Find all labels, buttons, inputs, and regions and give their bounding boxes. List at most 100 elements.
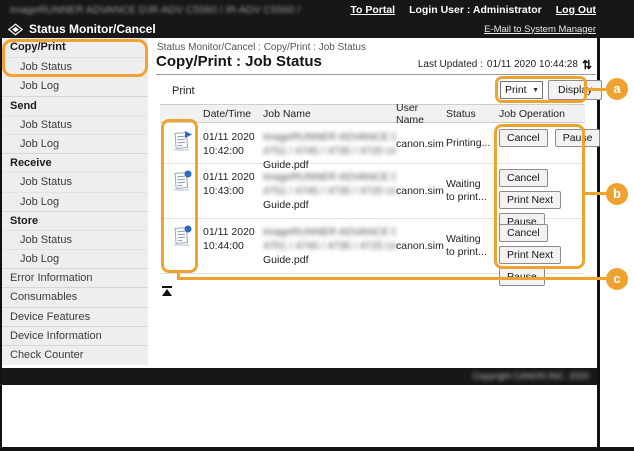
col-date-time: Date/Time bbox=[203, 108, 263, 120]
sidebar-item-check-counter[interactable]: Check Counter bbox=[2, 345, 148, 364]
copyright-blurred: Copyright CANON INC. 2020 bbox=[472, 371, 589, 381]
job-operations: Cancel Pause bbox=[499, 124, 585, 163]
sidebar-item-send-job-status[interactable]: Job Status bbox=[2, 115, 148, 134]
app-title: Status Monitor/Cancel bbox=[29, 22, 156, 36]
back-to-top-icon[interactable] bbox=[161, 286, 173, 296]
sidebar: Copy/Print Job Status Job Log Send Job S… bbox=[2, 38, 148, 365]
job-operations: Cancel Print Next Pause bbox=[499, 164, 585, 218]
print-section-label: Print bbox=[172, 85, 195, 97]
job-date-time: 01/11 2020 10:42:00 bbox=[203, 124, 263, 163]
top-links: To Portal Login User : Administrator Log… bbox=[350, 4, 596, 16]
job-status: Waiting to print... bbox=[446, 233, 499, 259]
frame-border-bottom bbox=[0, 447, 634, 451]
sidebar-item-store-job-log[interactable]: Job Log bbox=[2, 249, 148, 268]
callout-badge-c: c bbox=[606, 268, 628, 290]
job-name: imageRUNNER ADVANCE DX 4751 / 4745 / 473… bbox=[263, 124, 396, 163]
print-next-button[interactable]: Print Next bbox=[499, 191, 561, 209]
sidebar-item-send-job-log[interactable]: Job Log bbox=[2, 134, 148, 153]
job-time: 10:44:00 bbox=[203, 240, 244, 252]
col-job-name: Job Name bbox=[263, 108, 396, 120]
email-to-system-manager-link[interactable]: E-Mail to System Manager bbox=[484, 24, 596, 35]
sidebar-item-copyprint-job-log[interactable]: Job Log bbox=[2, 76, 148, 95]
document-waiting-icon bbox=[160, 219, 203, 273]
last-updated: Last Updated : 01/11 2020 10:44:28 ⇅ bbox=[418, 59, 592, 70]
page-title: Copy/Print : Job Status bbox=[156, 53, 322, 70]
pause-button[interactable]: Pause bbox=[499, 268, 545, 286]
sidebar-section-receive: Receive bbox=[2, 153, 148, 172]
breadcrumb: Status Monitor/Cancel : Copy/Print : Job… bbox=[157, 42, 366, 53]
job-name-file: Guide.pdf bbox=[263, 199, 309, 211]
col-status: Status bbox=[446, 108, 499, 120]
table-row: 01/11 2020 10:42:00 imageRUNNER ADVANCE … bbox=[160, 124, 585, 164]
print-next-button[interactable]: Print Next bbox=[499, 246, 561, 264]
job-name-file: Guide.pdf bbox=[263, 254, 309, 266]
job-user-name: canon.sim bbox=[396, 185, 446, 197]
job-operations: Cancel Print Next Pause bbox=[499, 219, 585, 273]
job-name-blurred-line: 4751 / 4745 / 4735 / 4725 User's bbox=[263, 184, 396, 198]
job-date: 01/11 2020 bbox=[203, 131, 255, 143]
display-button[interactable]: Display bbox=[548, 80, 602, 100]
sidebar-item-consumables[interactable]: Consumables bbox=[2, 287, 148, 306]
callout-badge-a: a bbox=[606, 78, 628, 100]
last-updated-label: Last Updated : bbox=[418, 59, 483, 70]
job-time: 10:42:00 bbox=[203, 145, 244, 157]
job-status: Waiting to print... bbox=[446, 178, 499, 204]
sidebar-item-receive-job-log[interactable]: Job Log bbox=[2, 192, 148, 211]
table-row: 01/11 2020 10:43:00 imageRUNNER ADVANCE … bbox=[160, 164, 585, 219]
job-name-blurred-line: imageRUNNER ADVANCE DX bbox=[263, 130, 396, 144]
footer-bar: Copyright CANON INC. 2020 bbox=[2, 368, 597, 385]
login-user-text: Login User : Administrator bbox=[409, 4, 542, 16]
job-date: 01/11 2020 bbox=[203, 226, 255, 238]
table-row: 01/11 2020 10:44:00 imageRUNNER ADVANCE … bbox=[160, 219, 585, 274]
job-date-time: 01/11 2020 10:44:00 bbox=[203, 219, 263, 273]
job-type-select[interactable]: Print ▼ bbox=[500, 81, 543, 99]
job-time: 10:43:00 bbox=[203, 185, 244, 197]
login-user-value: Administrator bbox=[473, 4, 542, 16]
job-name-blurred-line: 4751 / 4745 / 4735 / 4725 User's bbox=[263, 144, 396, 158]
job-name-blurred-line: imageRUNNER ADVANCE DX bbox=[263, 170, 396, 184]
callout-badge-b: b bbox=[606, 183, 628, 205]
cancel-button[interactable]: Cancel bbox=[499, 169, 548, 187]
job-name-blurred-line: imageRUNNER ADVANCE DX bbox=[263, 225, 396, 239]
sidebar-item-receive-job-status[interactable]: Job Status bbox=[2, 172, 148, 191]
to-portal-link[interactable]: To Portal bbox=[350, 4, 395, 16]
top-bar-title-row: Status Monitor/Cancel E-Mail to System M… bbox=[0, 20, 634, 38]
job-name: imageRUNNER ADVANCE DX 4751 / 4745 / 473… bbox=[263, 164, 396, 218]
job-status: Printing... bbox=[446, 137, 499, 150]
sidebar-item-error-information[interactable]: Error Information bbox=[2, 268, 148, 287]
job-name-blurred-line: 4751 / 4745 / 4735 / 4725 User's bbox=[263, 239, 396, 253]
callout-line-b bbox=[583, 192, 607, 195]
top-bar-device-row: imageRUNNER ADVANCE DX iR-ADV C5560 / iR… bbox=[0, 0, 634, 20]
job-name: imageRUNNER ADVANCE DX 4751 / 4745 / 473… bbox=[263, 219, 396, 273]
remote-ui-page: imageRUNNER ADVANCE DX iR-ADV C5560 / iR… bbox=[0, 0, 634, 451]
jobs-table-header: Date/Time Job Name User Name Status Job … bbox=[160, 104, 585, 123]
log-out-link[interactable]: Log Out bbox=[556, 4, 596, 16]
job-user-name: canon.sim bbox=[396, 240, 446, 252]
job-user-name: canon.sim bbox=[396, 138, 446, 150]
sidebar-item-device-features[interactable]: Device Features bbox=[2, 307, 148, 326]
document-printing-icon bbox=[160, 124, 203, 163]
sidebar-section-store: Store bbox=[2, 211, 148, 230]
sidebar-section-copy-print: Copy/Print bbox=[2, 38, 148, 57]
cancel-button[interactable]: Cancel bbox=[499, 129, 548, 147]
top-bar: imageRUNNER ADVANCE DX iR-ADV C5560 / iR… bbox=[0, 0, 634, 38]
jobs-table: 01/11 2020 10:42:00 imageRUNNER ADVANCE … bbox=[160, 124, 585, 274]
login-user-label: Login User : bbox=[409, 4, 470, 16]
last-updated-value: 01/11 2020 10:44:28 bbox=[487, 59, 578, 70]
document-waiting-icon bbox=[160, 164, 203, 218]
sidebar-item-copyprint-job-status[interactable]: Job Status bbox=[2, 57, 148, 76]
col-job-operation: Job Operation bbox=[499, 108, 585, 120]
pause-button[interactable]: Pause bbox=[555, 129, 601, 147]
sidebar-item-device-information[interactable]: Device Information bbox=[2, 326, 148, 345]
col-user-name: User Name bbox=[396, 102, 446, 126]
cancel-button[interactable]: Cancel bbox=[499, 224, 548, 242]
device-name-blurred: imageRUNNER ADVANCE DX bbox=[10, 4, 148, 16]
job-date-time: 01/11 2020 10:43:00 bbox=[203, 164, 263, 218]
sidebar-section-send: Send bbox=[2, 96, 148, 115]
chevron-down-icon: ▼ bbox=[529, 87, 542, 94]
job-date: 01/11 2020 bbox=[203, 171, 255, 183]
title-divider bbox=[156, 74, 596, 75]
device-series-blurred: iR-ADV C5560 / iR-ADV C5560 / bbox=[148, 4, 350, 16]
sidebar-item-store-job-status[interactable]: Job Status bbox=[2, 230, 148, 249]
refresh-icon[interactable]: ⇅ bbox=[582, 60, 592, 70]
